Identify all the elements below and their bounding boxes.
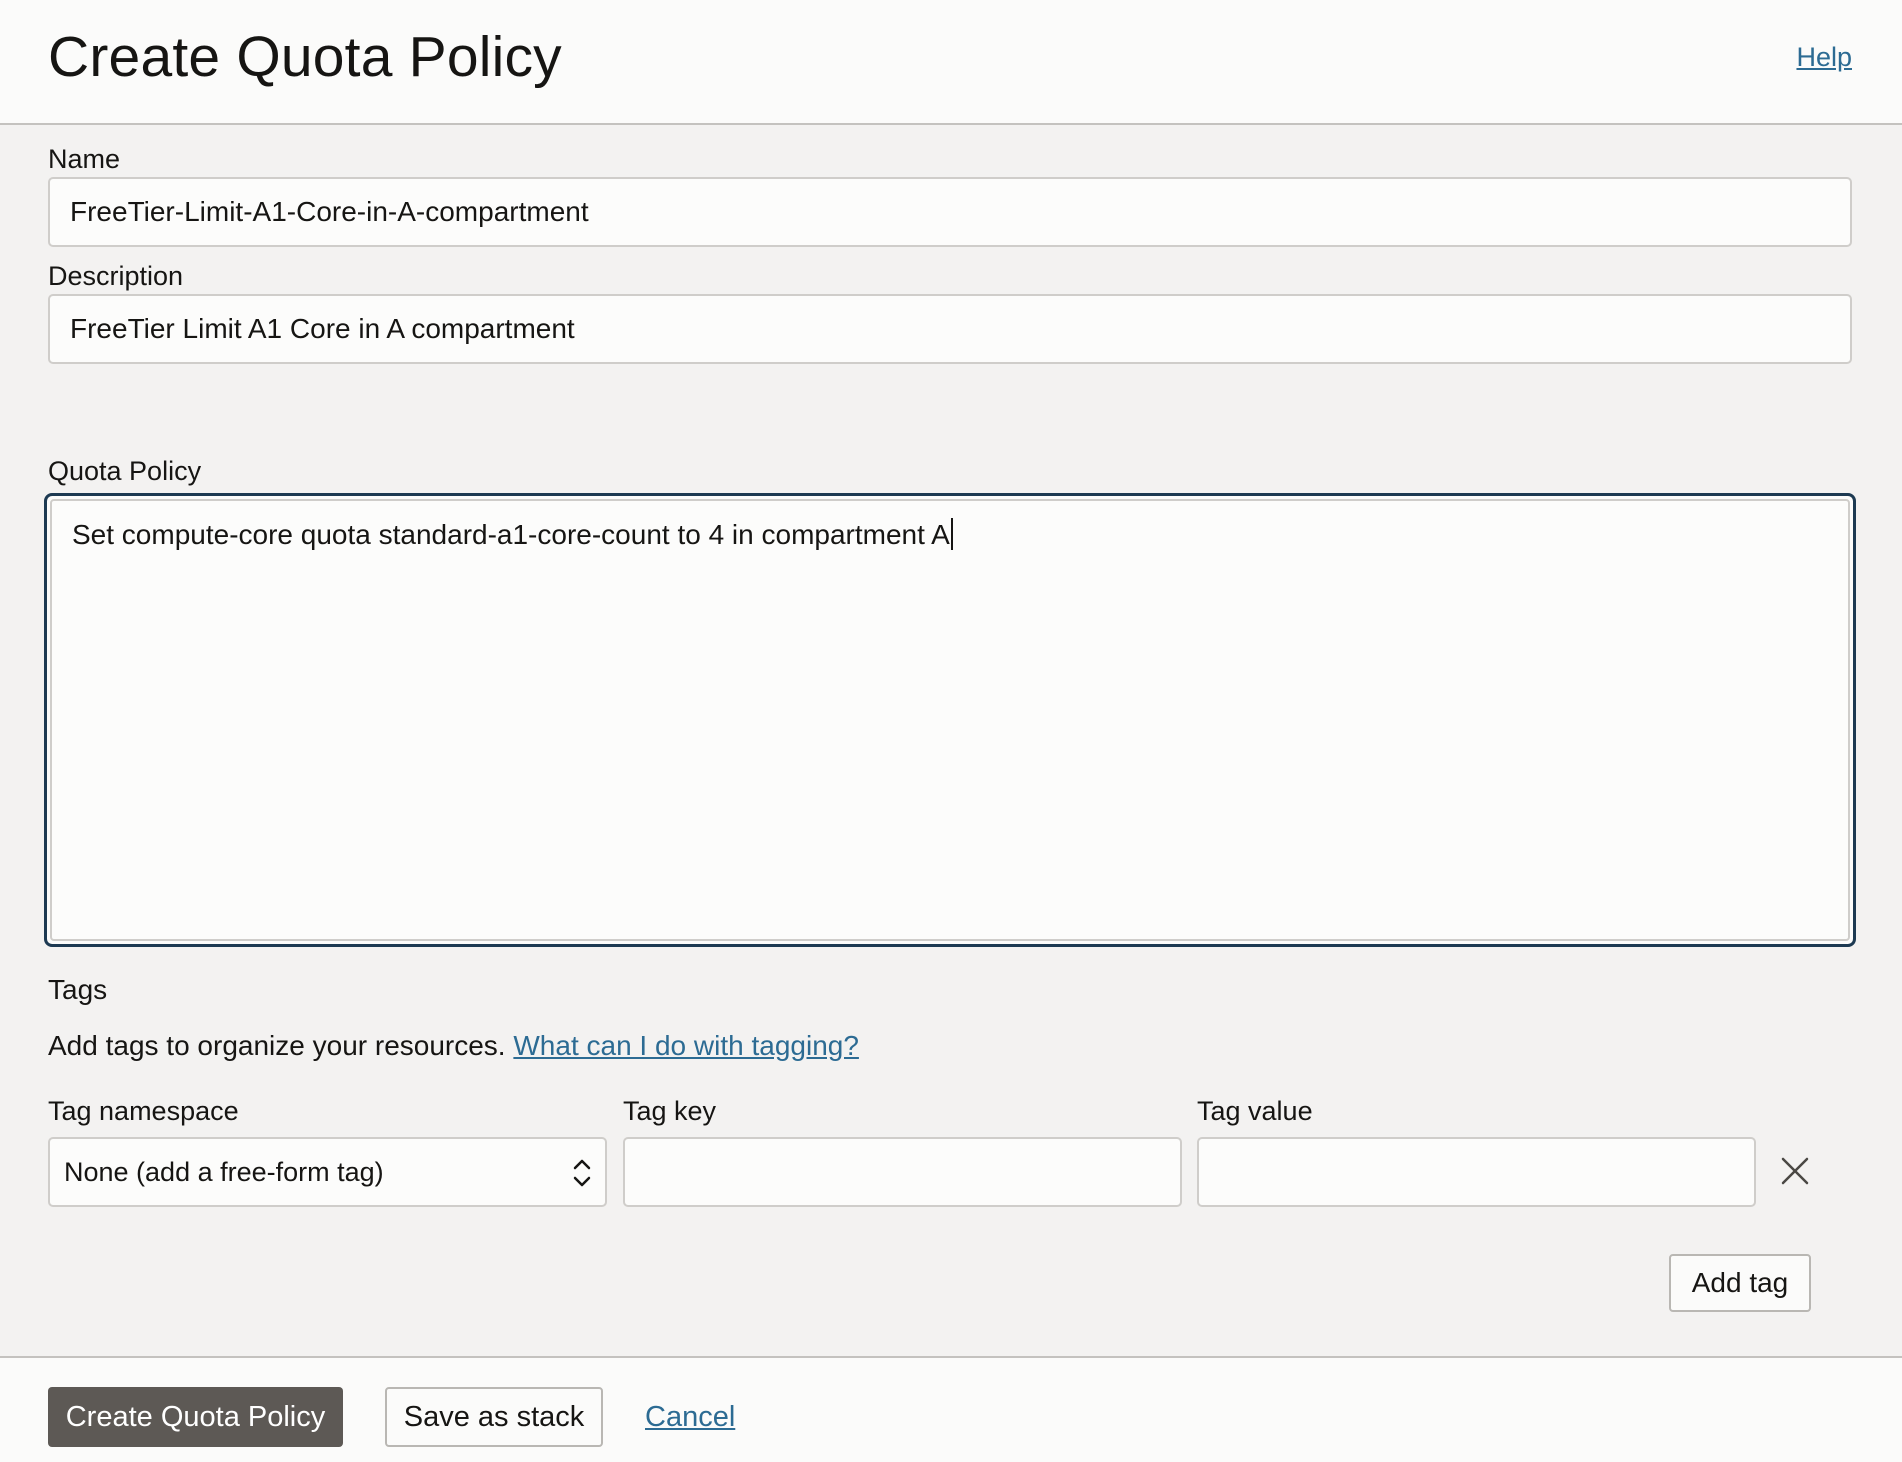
quota-policy-textarea[interactable]: Set compute-core quota standard-a1-core-…	[44, 493, 1856, 947]
page-footer: Create Quota Policy Save as stack Cancel	[0, 1356, 1902, 1462]
close-icon[interactable]	[1775, 1151, 1815, 1191]
tags-description: Add tags to organize your resources. Wha…	[48, 1029, 859, 1063]
tag-namespace-selected: None (add a free-form tag)	[64, 1157, 384, 1187]
page-title: Create Quota Policy	[48, 25, 562, 89]
tag-namespace-label: Tag namespace	[48, 1096, 239, 1126]
quota-policy-label: Quota Policy	[48, 456, 202, 486]
select-arrows-icon	[573, 1159, 591, 1187]
quota-policy-text: Set compute-core quota standard-a1-core-…	[72, 519, 950, 550]
tag-namespace-select[interactable]: None (add a free-form tag)	[48, 1137, 607, 1207]
tag-value-input[interactable]	[1197, 1137, 1756, 1207]
tag-value-label: Tag value	[1197, 1096, 1313, 1126]
tags-description-text: Add tags to organize your resources.	[48, 1030, 506, 1061]
description-label: Description	[48, 261, 184, 291]
tags-heading: Tags	[48, 974, 108, 1005]
page-header: Create Quota Policy Help	[0, 0, 1902, 125]
name-input[interactable]	[48, 177, 1852, 247]
tag-key-label: Tag key	[623, 1096, 717, 1126]
tagging-help-link[interactable]: What can I do with tagging?	[513, 1030, 859, 1061]
tag-key-input[interactable]	[623, 1137, 1182, 1207]
add-tag-button[interactable]: Add tag	[1669, 1254, 1811, 1312]
description-input[interactable]	[48, 294, 1852, 364]
create-quota-policy-button[interactable]: Create Quota Policy	[48, 1387, 343, 1447]
name-label: Name	[48, 144, 121, 174]
text-cursor	[950, 518, 953, 550]
save-as-stack-button[interactable]: Save as stack	[385, 1387, 603, 1447]
help-link[interactable]: Help	[1796, 42, 1852, 73]
quota-policy-editor[interactable]: Set compute-core quota standard-a1-core-…	[50, 499, 1850, 941]
cancel-link[interactable]: Cancel	[645, 1400, 735, 1434]
